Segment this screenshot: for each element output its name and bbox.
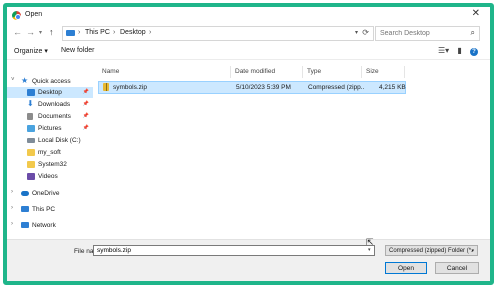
this-pc-icon — [66, 30, 75, 36]
open-dialog: Open ✕ ← → ▾ ↑ › This PC › Desktop › ▾ ⟳… — [3, 3, 494, 285]
pin-icon: 📌 — [82, 113, 89, 119]
disk-icon — [27, 138, 35, 143]
sidebar-item-my-soft[interactable]: my_soft — [7, 147, 93, 158]
network-icon — [21, 222, 29, 228]
view-options-icon[interactable]: ☰▾ — [438, 46, 449, 55]
command-bar: Organize ▾ New folder ☰▾ ▮ ? — [7, 45, 490, 60]
view-controls: ☰▾ ▮ ? — [432, 46, 478, 56]
sidebar-item-system32[interactable]: System32 — [7, 159, 93, 170]
up-arrow-icon[interactable]: ↑ — [49, 27, 54, 37]
sidebar-item-label: System32 — [38, 161, 67, 168]
sidebar-item-label: Documents — [38, 113, 71, 120]
file-type-filter-label: Compressed (zipped) Folder (*. — [389, 248, 473, 254]
sidebar-item-onedrive[interactable]: › OneDrive — [7, 188, 93, 199]
sidebar-item-this-pc[interactable]: › This PC — [7, 204, 93, 215]
chrome-icon — [12, 11, 21, 20]
column-header-label: Name — [102, 68, 120, 75]
sidebar-item-videos[interactable]: Videos — [7, 171, 93, 182]
column-header-size[interactable]: Size — [362, 66, 405, 78]
breadcrumb-separator-icon: › — [113, 29, 116, 36]
videos-icon — [27, 173, 35, 180]
column-header-label: Size — [366, 68, 379, 75]
sidebar-item-label: Network — [32, 222, 56, 229]
sidebar-item-label: Pictures — [38, 125, 62, 132]
search-icon: ⌕ — [470, 28, 475, 37]
pin-icon: 📌 — [82, 101, 89, 107]
sidebar-item-downloads[interactable]: ⬇ Downloads 📌 — [7, 99, 93, 110]
column-header-date-modified[interactable]: Date modified — [231, 66, 303, 78]
expand-chevron-icon[interactable]: › — [11, 221, 13, 227]
file-size: 4,215 KB — [379, 84, 406, 91]
preview-pane-icon[interactable]: ▮ — [457, 46, 461, 55]
dialog-footer: File name: ▾ Compressed (zipped) Folder … — [7, 239, 490, 281]
file-name-input[interactable] — [93, 245, 375, 256]
expand-chevron-icon[interactable]: › — [11, 189, 13, 195]
folder-icon — [27, 161, 35, 168]
breadcrumb-this-pc[interactable]: This PC — [85, 29, 110, 36]
help-icon[interactable]: ? — [470, 48, 478, 56]
sidebar-item-label: Downloads — [38, 101, 71, 108]
pin-icon: 📌 — [82, 125, 89, 131]
computer-icon — [21, 206, 29, 212]
zip-file-icon — [103, 83, 109, 91]
sidebar-item-pictures[interactable]: Pictures 📌 — [7, 123, 93, 134]
new-folder-button[interactable]: New folder — [61, 47, 94, 54]
star-icon: ★ — [21, 76, 29, 85]
file-name: symbols.zip — [113, 84, 147, 91]
address-dropdown-icon[interactable]: ▾ — [355, 29, 358, 36]
expand-chevron-icon[interactable]: ˅ — [11, 77, 15, 83]
sidebar-item-label: Desktop — [38, 89, 62, 96]
documents-icon — [27, 113, 33, 120]
pictures-icon — [27, 125, 35, 132]
sidebar-item-label: This PC — [32, 206, 56, 213]
folder-icon — [27, 149, 35, 156]
sidebar-item-label: Local Disk (C:) — [38, 137, 81, 144]
address-bar[interactable]: › This PC › Desktop › ▾ ⟳ — [62, 26, 374, 41]
recent-chevron-icon[interactable]: ▾ — [39, 29, 42, 36]
column-header-label: Date modified — [235, 68, 276, 75]
cloud-icon — [21, 191, 29, 196]
sidebar-item-network[interactable]: › Network — [7, 220, 93, 231]
back-arrow-icon[interactable]: ← — [13, 27, 22, 37]
sidebar-item-label: Videos — [38, 173, 58, 180]
address-row: ← → ▾ ↑ › This PC › Desktop › ▾ ⟳ ⌕ — [7, 24, 490, 42]
cancel-button[interactable]: Cancel — [435, 262, 479, 274]
organize-button[interactable]: Organize ▾ — [14, 47, 48, 55]
search-input[interactable] — [380, 27, 460, 39]
breadcrumb-desktop[interactable]: Desktop — [120, 29, 146, 36]
file-type-filter[interactable]: Compressed (zipped) Folder (*. ▾ — [385, 245, 478, 256]
download-icon: ⬇ — [27, 99, 34, 108]
sidebar-item-label: OneDrive — [32, 190, 60, 197]
table-row[interactable]: symbols.zip 5/10/2023 5:39 PM Compressed… — [98, 81, 406, 94]
refresh-icon[interactable]: ⟳ — [362, 28, 369, 37]
column-header-type[interactable]: Type — [303, 66, 362, 78]
mouse-cursor-icon: ⇱ — [366, 237, 374, 247]
desktop-icon — [27, 89, 35, 96]
window-title: Open — [25, 11, 43, 18]
sidebar-item-desktop[interactable]: Desktop 📌 — [7, 87, 93, 98]
pin-icon: 📌 — [82, 89, 89, 95]
column-header-label: Type — [307, 68, 322, 75]
file-date-modified: 5/10/2023 5:39 PM — [236, 84, 291, 91]
sidebar-item-quick-access[interactable]: ˅ ★ Quick access — [7, 76, 93, 87]
sidebar-item-local-disk[interactable]: Local Disk (C:) — [7, 135, 93, 146]
chevron-down-icon: ▾ — [471, 248, 474, 254]
file-list: Name Date modified Type Size symbols.zip… — [98, 66, 490, 239]
close-icon[interactable]: ✕ — [472, 8, 480, 19]
breadcrumb-separator-icon: › — [78, 29, 81, 36]
title-bar: Open ✕ — [7, 7, 490, 23]
sidebar-item-documents[interactable]: Documents 📌 — [7, 111, 93, 122]
navigation-pane: ˅ ★ Quick access Desktop 📌 ⬇ Downloads 📌… — [7, 66, 93, 239]
file-type: Compressed (zipp... — [308, 84, 364, 91]
open-button[interactable]: Open — [385, 262, 427, 274]
expand-chevron-icon[interactable]: › — [11, 205, 13, 211]
sidebar-item-label: my_soft — [38, 149, 61, 156]
search-box[interactable]: ⌕ — [375, 26, 480, 41]
forward-arrow-icon[interactable]: → — [26, 27, 35, 37]
sidebar-item-label: Quick access — [32, 78, 71, 85]
column-header-name[interactable]: Name — [98, 66, 231, 78]
breadcrumb-separator-icon: › — [149, 29, 152, 36]
